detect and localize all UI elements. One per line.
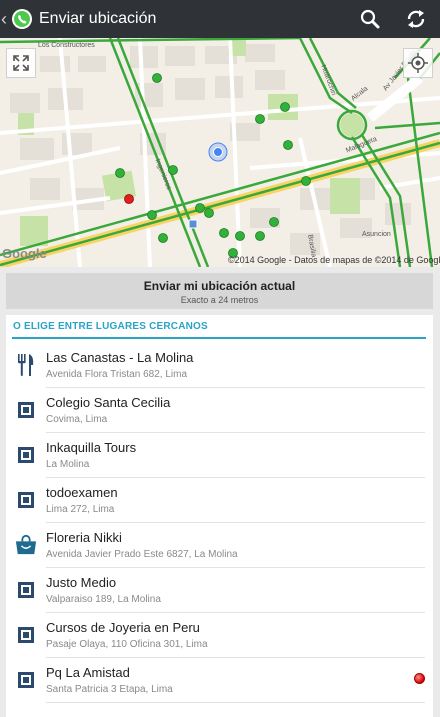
place-name: Cursos de Joyeria en Peru	[46, 620, 200, 635]
expand-icon	[13, 55, 29, 71]
place-icon	[15, 668, 37, 692]
place-name: todoexamen	[46, 485, 118, 500]
map-view[interactable]: Los Constructores Ingenieros Av Javier P…	[0, 38, 440, 267]
accuracy-text: Exacto a 24 metros	[180, 295, 259, 305]
current-location-title: Enviar mi ubicación actual	[143, 279, 296, 293]
street-label: Asuncion	[362, 231, 391, 238]
page-title: Enviar ubicación	[39, 10, 157, 27]
red-pin-icon	[414, 673, 425, 684]
search-icon[interactable]	[356, 5, 384, 33]
list-item[interactable]: Justo Medio Valparaiso 189, La Molina	[6, 568, 433, 613]
place-name: Colegio Santa Cecilia	[46, 395, 171, 410]
fullscreen-button[interactable]	[6, 48, 36, 78]
place-address: Valparaiso 189, La Molina	[46, 594, 161, 605]
list-item[interactable]: Las Canastas - La Molina Avenida Flora T…	[6, 343, 433, 388]
chevron-left-icon[interactable]: ‹	[1, 0, 9, 38]
place-name: Floreria Nikki	[46, 530, 122, 545]
place-address: Pasaje Olaya, 110 Oficina 301, Lima	[46, 639, 208, 650]
list-item[interactable]: todoexamen Lima 272, Lima	[6, 478, 433, 523]
place-address: Santa Patricia 3 Etapa, Lima	[46, 684, 173, 695]
list-item[interactable]: Cursos de Joyeria en Peru Pasaje Olaya, …	[6, 613, 433, 658]
list-item[interactable]: Inkaquilla Tours La Molina	[6, 433, 433, 478]
place-icon	[15, 623, 37, 647]
place-icon	[15, 578, 37, 602]
action-bar: ‹ Enviar ubicación	[0, 0, 440, 38]
whatsapp-logo[interactable]	[11, 8, 33, 30]
my-location-button[interactable]	[403, 48, 433, 78]
header-divider	[12, 337, 426, 339]
shopping-bag-icon	[15, 533, 37, 557]
google-logo: Google	[2, 246, 47, 261]
place-icon	[15, 488, 37, 512]
refresh-icon[interactable]	[402, 5, 430, 33]
place-address: La Molina	[46, 459, 90, 470]
restaurant-icon	[15, 353, 37, 377]
place-address: Avenida Javier Prado Este 6827, La Molin…	[46, 549, 238, 560]
place-address: Avenida Flora Tristan 682, Lima	[46, 369, 188, 380]
place-address: Lima 272, Lima	[46, 504, 115, 515]
list-item[interactable]: Floreria Nikki Avenida Javier Prado Este…	[6, 523, 433, 568]
list-item[interactable]: Pq La Amistad Santa Patricia 3 Etapa, Li…	[6, 658, 433, 703]
street-label: Los Constructores	[38, 42, 95, 49]
nearby-places-list: O ELIGE ENTRE LUGARES CERCANOS Las Canas…	[6, 315, 433, 717]
send-current-location-button[interactable]: Enviar mi ubicación actual Exacto a 24 m…	[6, 273, 433, 309]
place-name: Justo Medio	[46, 575, 117, 590]
list-item[interactable]: Colegio Santa Cecilia Covima, Lima	[6, 388, 433, 433]
map-attribution: ©2014 Google - Datos de mapas de ©2014 d…	[228, 255, 440, 265]
row-divider	[46, 702, 425, 703]
place-icon	[15, 443, 37, 467]
crosshair-icon	[408, 53, 428, 73]
nearby-header: O ELIGE ENTRE LUGARES CERCANOS	[6, 315, 433, 339]
place-icon	[15, 398, 37, 422]
nearby-header-label: O ELIGE ENTRE LUGARES CERCANOS	[13, 321, 208, 332]
place-name: Pq La Amistad	[46, 665, 130, 680]
place-name: Las Canastas - La Molina	[46, 350, 194, 365]
place-name: Inkaquilla Tours	[46, 440, 137, 455]
place-address: Covima, Lima	[46, 414, 108, 425]
